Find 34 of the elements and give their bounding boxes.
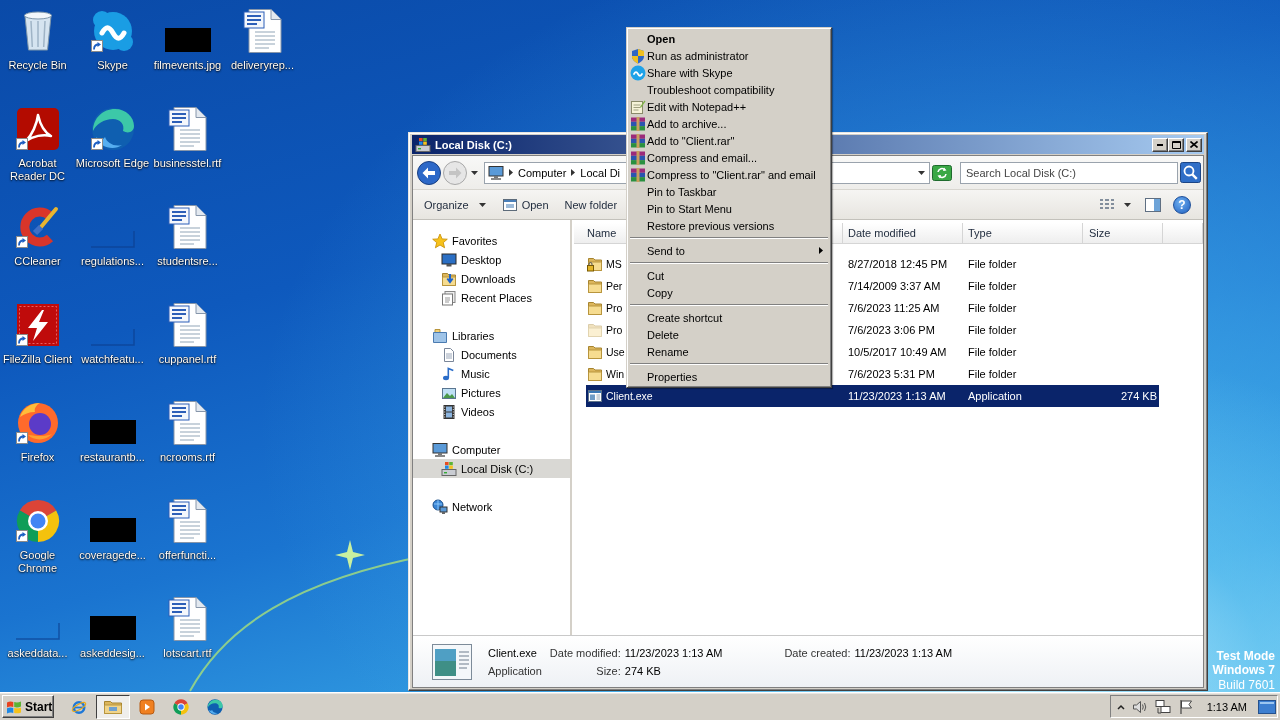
file-name: Client.exe [488,646,538,659]
test-mode-notice: Test Mode [1216,648,1275,663]
date-cell-text: 7/6/2023 3:06 PM [847,324,936,336]
file-name: Use [606,346,625,358]
type-cell-text: File folder [967,346,1018,358]
date-cell-text: 7/6/2023 11:25 AM [847,302,941,314]
date-cell-text: 10/5/2017 10:49 AM [847,346,948,358]
file-type: Application [488,664,542,677]
type-cell-text: File folder [967,368,1018,380]
file-name: MS [606,258,622,270]
window-title: Local Disk (C:) [435,138,512,151]
windows-edition-label: Windows 7 [1212,663,1275,678]
file-name: Pro [606,302,623,314]
type-cell-text: File folder [967,324,1018,336]
date-cell-text: 7/14/2009 3:37 AM [847,280,942,292]
detail-value: 11/23/2023 1:13 AM [624,646,723,659]
date-cell-text: 8/27/2018 12:45 PM [847,258,949,270]
date-cell-text: 7/6/2023 5:31 PM [847,368,936,380]
file-name: Pro [606,324,623,336]
file-name: Client.exe [606,390,653,402]
file-name: Per [606,280,623,292]
type-cell-text: File folder [967,302,1018,314]
type-cell-text: File folder [967,280,1018,292]
build-number-label: Build 7601 [1218,677,1275,692]
detail-label: Date created: [784,646,851,659]
file-name: Win [606,368,625,380]
size-cell-text: 274 KB [1119,390,1158,402]
date-cell-text: 11/23/2023 1:13 AM [847,390,947,402]
detail-label: Size: [595,664,621,677]
type-cell-text: File folder [967,258,1018,270]
detail-value: 274 KB [624,664,662,677]
detail-value: 11/23/2023 1:13 AM [854,646,953,659]
type-cell-text: Application [967,390,1023,402]
detail-label: Date modified: [549,646,621,659]
